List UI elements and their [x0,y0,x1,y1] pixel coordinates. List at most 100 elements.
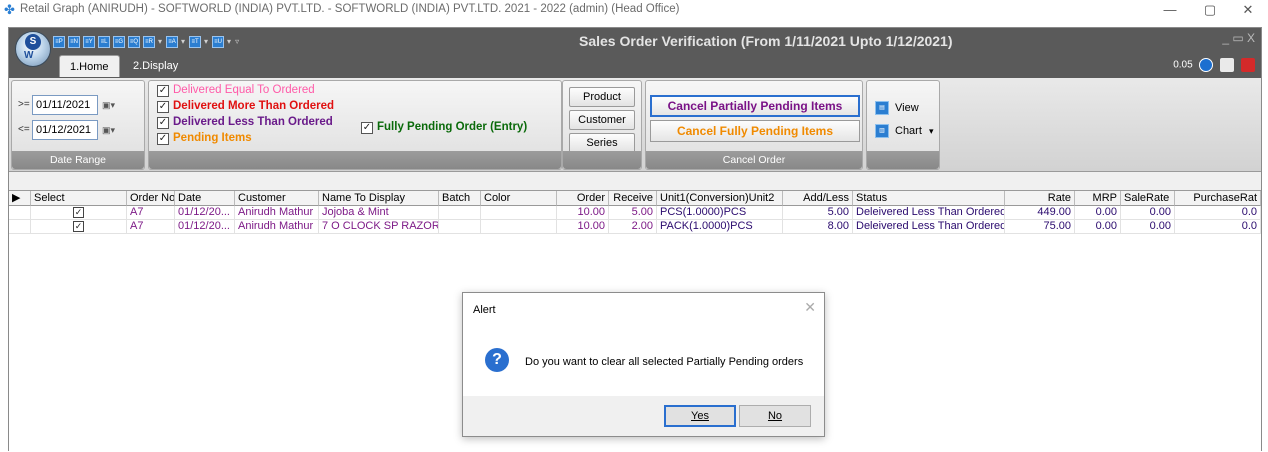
maximize-button[interactable]: ▢ [1190,0,1230,20]
cell-batch[interactable] [439,206,481,220]
qat-button-g[interactable]: ≡G [113,36,125,48]
view-button[interactable]: ▤ View [875,101,919,115]
row-indicator[interactable] [9,206,31,220]
app-menu-orb[interactable]: S W [15,31,51,67]
app-window-controls[interactable]: _ ▭ X [1222,31,1255,45]
qat-button-l[interactable]: ≡L [98,36,110,48]
notes-icon[interactable] [1220,58,1235,72]
cell-unit-conversion[interactable]: PCS(1.0000)PCS [657,206,783,220]
col-unit-conversion[interactable]: Unit1(Conversion)Unit2 [657,191,783,206]
col-purchase-rate[interactable]: PurchaseRat [1175,191,1261,206]
qat-customize-icon[interactable]: ▿ [235,34,239,50]
chevron-down-icon[interactable]: ▾ [929,126,934,136]
chart-button[interactable]: ▥ Chart ▾ [875,124,934,138]
col-mrp[interactable]: MRP [1075,191,1121,206]
filter-equal-checkbox[interactable]: ✓ [157,85,169,97]
row-indicator[interactable] [9,220,31,234]
cell-status[interactable]: Deleivered Less Than Ordered [853,220,1005,234]
cell-date[interactable]: 01/12/20... [175,206,235,220]
cell-rate[interactable]: 75.00 [1005,220,1075,234]
row-select-cell[interactable]: ✓ [31,220,127,234]
col-add-less[interactable]: Add/Less [783,191,853,206]
filter-pending-checkbox[interactable]: ✓ [157,133,169,145]
from-date-input[interactable]: 01/11/2021 [32,95,98,115]
cell-sale-rate[interactable]: 0.00 [1121,220,1175,234]
cell-color[interactable] [481,206,557,220]
series-button[interactable]: Series [569,133,635,153]
cell-batch[interactable] [439,220,481,234]
cancel-partially-pending-button[interactable]: Cancel Partially Pending Items [650,95,860,117]
qat-button-n[interactable]: ≡N [68,36,80,48]
qat-button-u[interactable]: ≡U [212,36,225,48]
product-button[interactable]: Product [569,87,635,107]
qat-button-p[interactable]: ≡P [53,36,65,48]
chevron-down-icon[interactable]: ▾ [158,34,162,50]
customer-button[interactable]: Customer [569,110,635,130]
cell-color[interactable] [481,220,557,234]
cell-unit-conversion[interactable]: PACK(1.0000)PCS [657,220,783,234]
help-icon[interactable] [1199,58,1214,72]
col-sale-rate[interactable]: SaleRate [1121,191,1175,206]
cell-order[interactable]: 10.00 [557,220,609,234]
close-button[interactable]: ✕ [1228,0,1268,20]
qat-button-r[interactable]: ≡R [143,36,155,48]
version-value: 0.05 [1173,59,1193,71]
cell-mrp[interactable]: 0.00 [1075,206,1121,220]
cell-receive[interactable]: 2.00 [609,220,657,234]
cell-date[interactable]: 01/12/20... [175,220,235,234]
chevron-down-icon[interactable]: ▾ [181,34,185,50]
row-select-cell[interactable]: ✓ [31,206,127,220]
fully-pending-checkbox[interactable]: ✓ [361,122,373,134]
cell-purchase-rate[interactable]: 0.0 [1175,220,1261,234]
tab-home[interactable]: 1.Home [59,55,120,77]
calendar-dropdown-icon[interactable]: ▣▾ [102,95,118,115]
minimize-button[interactable]: — [1150,0,1190,20]
cell-order-no[interactable]: A7 [127,220,175,234]
col-status[interactable]: Status [853,191,1005,206]
col-batch[interactable]: Batch [439,191,481,206]
col-name-to-display[interactable]: Name To Display [319,191,439,206]
cancel-fully-pending-button[interactable]: Cancel Fully Pending Items [650,120,860,142]
cell-mrp[interactable]: 0.00 [1075,220,1121,234]
cell-sale-rate[interactable]: 0.00 [1121,206,1175,220]
qat-button-q[interactable]: ≡Q [128,36,140,48]
qat-button-a[interactable]: ≡A [166,36,179,48]
tab-display[interactable]: 2.Display [123,55,188,77]
cell-customer[interactable]: Anirudh Mathur [235,206,319,220]
cell-rate[interactable]: 449.00 [1005,206,1075,220]
pdf-icon[interactable] [1241,58,1255,72]
group-label: Cancel Order [646,151,862,169]
filter-more-label: Delivered More Than Ordered [173,100,335,112]
cell-status[interactable]: Deleivered Less Than Ordered [853,206,1005,220]
cell-order[interactable]: 10.00 [557,206,609,220]
cell-add-less[interactable]: 5.00 [783,206,853,220]
col-customer[interactable]: Customer [235,191,319,206]
col-rate[interactable]: Rate [1005,191,1075,206]
col-receive[interactable]: Receive [609,191,657,206]
filter-more-checkbox[interactable]: ✓ [157,101,169,113]
col-order-no[interactable]: Order No [127,191,175,206]
qat-button-y[interactable]: ≡Y [83,36,95,48]
col-color[interactable]: Color [481,191,557,206]
yes-button[interactable]: Yes [664,405,736,427]
row-select-checkbox[interactable]: ✓ [73,206,84,218]
cell-receive[interactable]: 5.00 [609,206,657,220]
qat-button-t[interactable]: ≡T [189,36,202,48]
col-date[interactable]: Date [175,191,235,206]
to-date-input[interactable]: 01/12/2021 [32,120,98,140]
close-icon[interactable]: ✕ [804,299,816,316]
filter-less-checkbox[interactable]: ✓ [157,117,169,129]
cell-name-to-display[interactable]: Jojoba & Mint [319,206,439,220]
cell-customer[interactable]: Anirudh Mathur [235,220,319,234]
chevron-down-icon[interactable]: ▾ [227,34,231,50]
row-select-checkbox[interactable]: ✓ [73,220,84,232]
no-button[interactable]: No [739,405,811,427]
chevron-down-icon[interactable]: ▾ [204,34,208,50]
cell-order-no[interactable]: A7 [127,206,175,220]
cell-purchase-rate[interactable]: 0.0 [1175,206,1261,220]
cell-name-to-display[interactable]: 7 O CLOCK SP RAZOR [319,220,439,234]
cell-add-less[interactable]: 8.00 [783,220,853,234]
calendar-dropdown-icon[interactable]: ▣▾ [102,120,118,140]
col-order[interactable]: Order [557,191,609,206]
col-select[interactable]: Select [31,191,127,206]
